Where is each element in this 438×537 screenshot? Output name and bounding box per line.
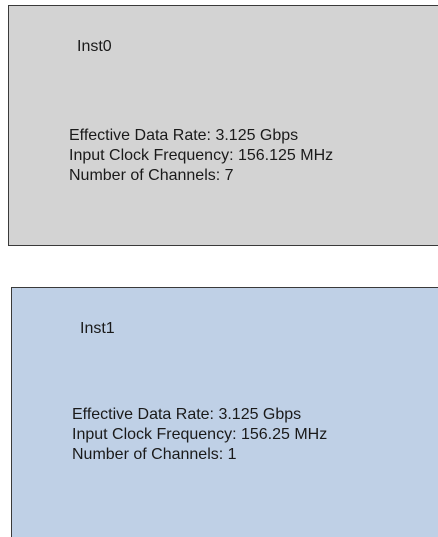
instance-name: Inst1: [80, 320, 115, 337]
instance-box-inst0: Inst0 Effective Data Rate: 3.125 Gbps In…: [8, 5, 438, 246]
input-clock-frequency: Input Clock Frequency: 156.25 MHz: [72, 426, 328, 443]
instance-details: Effective Data Rate: 3.125 Gbps Input Cl…: [69, 126, 333, 186]
instance-details: Effective Data Rate: 3.125 Gbps Input Cl…: [72, 405, 327, 465]
number-of-channels: Number of Channels: 7: [69, 167, 234, 184]
effective-data-rate: Effective Data Rate: 3.125 Gbps: [72, 406, 302, 423]
effective-data-rate: Effective Data Rate: 3.125 Gbps: [69, 127, 299, 144]
input-clock-frequency: Input Clock Frequency: 156.125 MHz: [69, 147, 334, 164]
instance-box-inst1: Inst1 Effective Data Rate: 3.125 Gbps In…: [11, 287, 438, 537]
instance-name: Inst0: [77, 38, 112, 55]
number-of-channels: Number of Channels: 1: [72, 446, 237, 463]
